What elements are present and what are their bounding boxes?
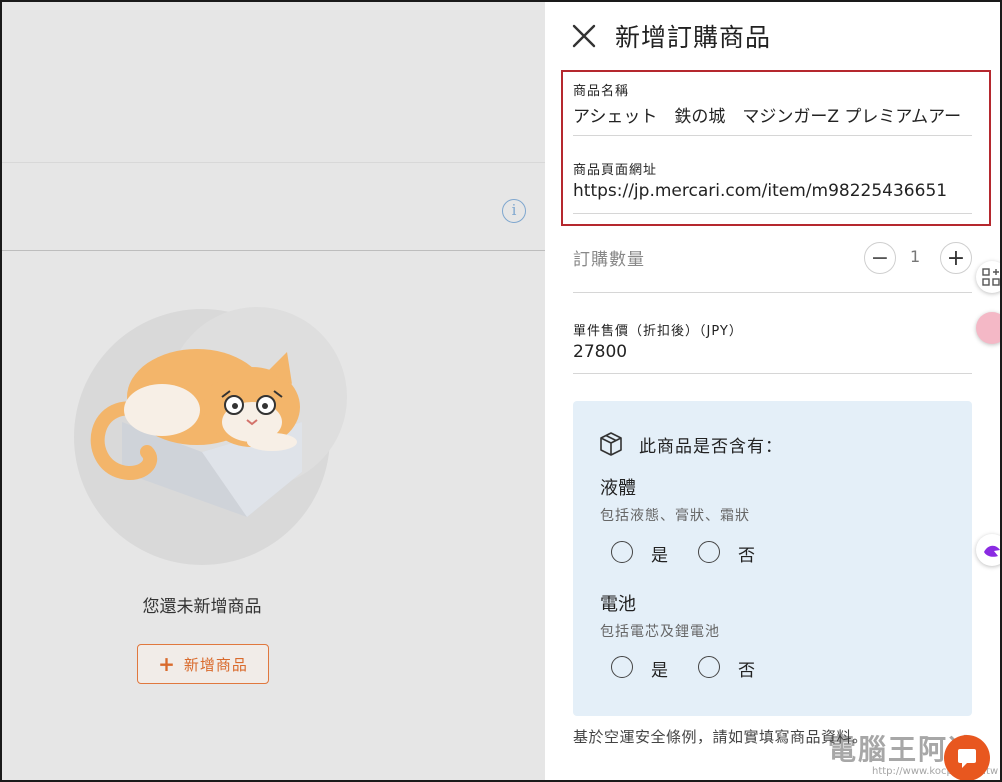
unit-price-input[interactable]: 27800 [573, 342, 627, 362]
divider [2, 162, 545, 163]
liquid-yes-radio[interactable] [611, 541, 633, 563]
product-url-input[interactable]: https://jp.mercari.com/item/m98225436651 [573, 181, 972, 201]
contains-panel-title: 此商品是否含有： [639, 437, 783, 457]
liquid-no-label: 否 [738, 546, 755, 566]
field-underline [573, 213, 972, 214]
minus-icon: − [870, 245, 890, 271]
battery-title: 電池 [600, 594, 636, 615]
screenshot-frame: i 您還未新增商品 + 新增商品 新增訂購商品 商品名稱 アシェット 鉄の城 マ… [0, 0, 1002, 782]
plus-icon: + [158, 652, 176, 676]
safety-footnote: 基於空運安全條例，請如實填寫商品資料。 [573, 728, 868, 746]
field-underline [573, 373, 972, 374]
battery-yes-label: 是 [651, 661, 668, 681]
quantity-label: 訂購數量 [573, 250, 645, 270]
page-backdrop: i 您還未新增商品 + 新增商品 [2, 2, 545, 780]
unit-price-label: 單件售價（折扣後）（JPY） [573, 324, 743, 339]
divider [2, 250, 545, 251]
assistant-widget-icon[interactable] [976, 534, 1000, 566]
chat-fab-button[interactable] [944, 735, 990, 780]
quantity-decrement-button[interactable]: − [864, 242, 896, 274]
package-icon [600, 432, 622, 456]
empty-state-message: 您還未新增商品 [142, 597, 262, 617]
battery-subtitle: 包括電芯及鋰電池 [600, 624, 720, 640]
quantity-value: 1 [910, 247, 921, 266]
battery-no-label: 否 [738, 661, 755, 681]
close-icon[interactable] [570, 22, 598, 50]
battery-yes-radio[interactable] [611, 656, 633, 678]
plus-icon: + [946, 245, 966, 271]
field-underline [573, 292, 972, 293]
info-icon[interactable]: i [502, 199, 526, 223]
add-item-label: 新增商品 [183, 655, 248, 674]
product-url-label: 商品頁面網址 [573, 163, 658, 178]
liquid-no-radio[interactable] [698, 541, 720, 563]
drawer-title: 新增訂購商品 [615, 23, 772, 52]
liquid-yes-label: 是 [651, 546, 668, 566]
quantity-increment-button[interactable]: + [940, 242, 972, 274]
add-item-button[interactable]: + 新增商品 [137, 644, 269, 684]
liquid-subtitle: 包括液態、膏狀、霜狀 [600, 508, 750, 524]
product-name-input[interactable]: アシェット 鉄の城 マジンガーZ プレミアムアー [573, 102, 972, 127]
translate-widget-icon[interactable] [976, 312, 1000, 344]
grid-widget-icon[interactable] [976, 261, 1000, 293]
battery-no-radio[interactable] [698, 656, 720, 678]
empty-cat-illustration [74, 307, 347, 565]
chat-icon [958, 749, 976, 768]
product-name-label: 商品名稱 [573, 84, 630, 99]
field-underline [573, 135, 972, 136]
liquid-title: 液體 [600, 478, 636, 499]
